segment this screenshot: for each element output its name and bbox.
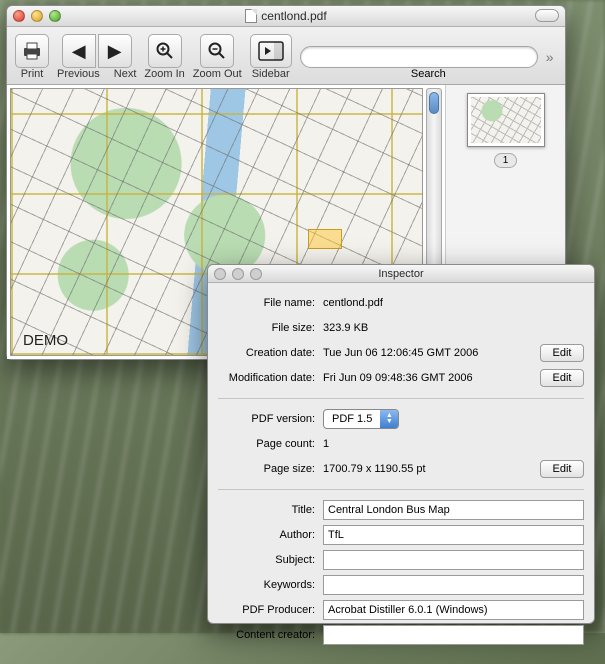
- pdf-producer-field[interactable]: [323, 600, 584, 620]
- keywords-field[interactable]: [323, 575, 584, 595]
- minimize-icon[interactable]: [31, 10, 43, 22]
- demo-watermark: DEMO: [23, 332, 68, 349]
- search-overflow-icon[interactable]: »: [542, 49, 557, 65]
- section-divider: [218, 398, 584, 399]
- label-creation-date: Creation date:: [218, 347, 323, 359]
- toolbar-toggle-button[interactable]: [535, 9, 559, 22]
- author-field[interactable]: [323, 525, 584, 545]
- label-file-size: File size:: [218, 322, 323, 334]
- document-icon: [245, 9, 257, 23]
- inspector-window: Inspector File name: centlond.pdf File s…: [207, 264, 595, 624]
- next-button[interactable]: ▶: [98, 34, 132, 68]
- label-author: Author:: [218, 529, 323, 541]
- value-page-size: 1700.79 x 1190.55 pt: [323, 463, 534, 475]
- sidebar-label: Sidebar: [252, 68, 290, 80]
- minimize-icon[interactable]: [232, 268, 244, 280]
- label-pdf-producer: PDF Producer:: [218, 604, 323, 616]
- close-icon[interactable]: [13, 10, 25, 22]
- pdf-version-select[interactable]: PDF 1.5 ▲▼: [323, 409, 399, 429]
- edit-modification-date-button[interactable]: Edit: [540, 369, 584, 387]
- zoom-in-label: Zoom In: [144, 68, 184, 80]
- label-modification-date: Modification date:: [218, 372, 323, 384]
- label-subject: Subject:: [218, 554, 323, 566]
- edit-page-size-button[interactable]: Edit: [540, 460, 584, 478]
- value-creation-date: Tue Jun 06 12:06:45 GMT 2006: [323, 347, 534, 359]
- label-title: Title:: [218, 504, 323, 516]
- search-input[interactable]: [300, 46, 539, 68]
- subject-field[interactable]: [323, 550, 584, 570]
- label-page-size: Page size:: [218, 463, 323, 475]
- next-label: Next: [114, 68, 137, 80]
- zoom-out-button[interactable]: [200, 34, 234, 68]
- zoom-icon[interactable]: [250, 268, 262, 280]
- search-label: Search: [411, 68, 446, 80]
- zoom-icon[interactable]: [49, 10, 61, 22]
- section-divider: [218, 489, 584, 490]
- value-modification-date: Fri Jun 09 09:48:36 GMT 2006: [323, 372, 534, 384]
- value-page-count: 1: [323, 438, 584, 450]
- label-content-creator: Content creator:: [218, 629, 323, 641]
- toolbar: Print ◀ ▶ Previous Next Zoom In Zoom Out: [7, 27, 565, 85]
- titlebar[interactable]: centlond.pdf: [7, 6, 565, 27]
- page-thumbnail-1[interactable]: [467, 93, 545, 147]
- inspector-title: Inspector: [378, 268, 423, 280]
- value-file-size: 323.9 KB: [323, 322, 584, 334]
- selection-highlight: [308, 229, 342, 249]
- label-keywords: Keywords:: [218, 579, 323, 591]
- inspector-titlebar[interactable]: Inspector: [208, 265, 594, 283]
- zoom-out-label: Zoom Out: [193, 68, 242, 80]
- label-file-name: File name:: [218, 297, 323, 309]
- label-pdf-version: PDF version:: [218, 413, 323, 425]
- pdf-version-selected: PDF 1.5: [324, 413, 380, 425]
- chevron-up-down-icon: ▲▼: [380, 410, 398, 428]
- value-file-name: centlond.pdf: [323, 297, 584, 309]
- title-field[interactable]: [323, 500, 584, 520]
- window-title: centlond.pdf: [261, 9, 326, 23]
- zoom-in-button[interactable]: [148, 34, 182, 68]
- content-creator-field[interactable]: [323, 625, 584, 645]
- label-page-count: Page count:: [218, 438, 323, 450]
- sidebar-button[interactable]: [250, 34, 292, 68]
- print-button[interactable]: [15, 34, 49, 68]
- previous-label: Previous: [57, 68, 100, 80]
- previous-button[interactable]: ◀: [62, 34, 96, 68]
- close-icon[interactable]: [214, 268, 226, 280]
- edit-creation-date-button[interactable]: Edit: [540, 344, 584, 362]
- print-label: Print: [21, 68, 44, 80]
- page-thumbnail-1-label: 1: [494, 153, 518, 168]
